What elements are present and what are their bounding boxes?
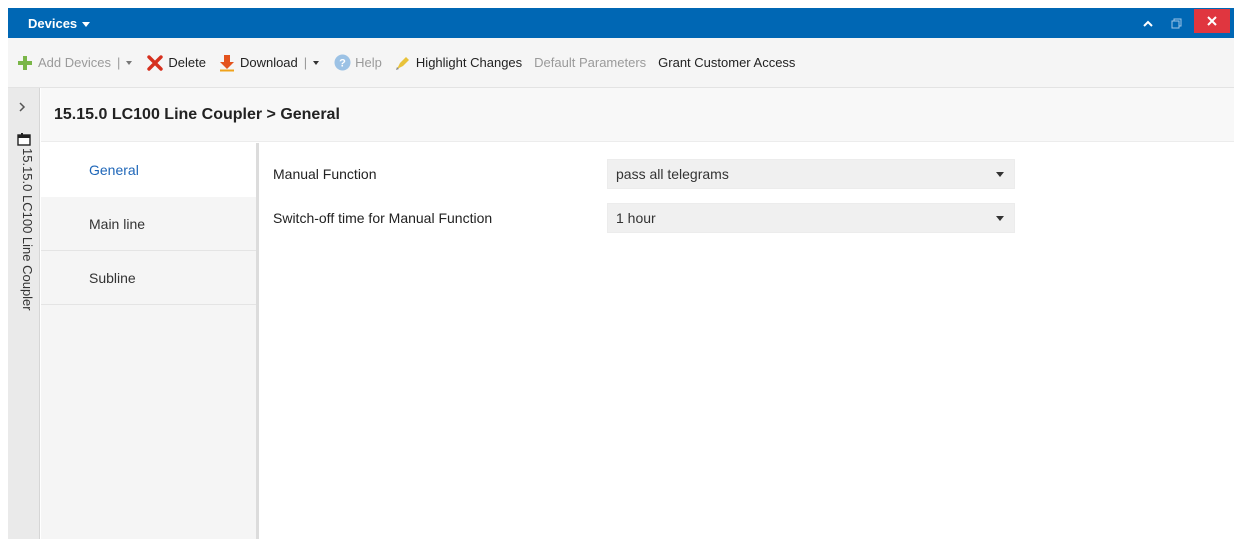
toolbar: Add Devices | Delete Download | ? Help H… <box>8 38 1234 88</box>
tab-general[interactable]: General <box>41 143 256 197</box>
window-title-bar: Devices <box>8 8 1234 38</box>
grant-customer-access-label: Grant Customer Access <box>658 55 796 70</box>
close-icon <box>1207 16 1217 26</box>
devices-menu[interactable]: Devices <box>28 15 91 31</box>
delete-label: Delete <box>168 55 206 70</box>
manual-function-value: pass all telegrams <box>616 166 729 182</box>
tab-main-line[interactable]: Main line <box>41 197 256 251</box>
help-button[interactable]: ? Help <box>333 54 382 72</box>
toolbar-separator: | <box>303 55 308 70</box>
window-controls <box>1134 8 1230 38</box>
add-devices-label: Add Devices <box>38 55 111 70</box>
manual-function-label: Manual Function <box>273 166 377 182</box>
tab-subline[interactable]: Subline <box>41 251 256 305</box>
svg-text:?: ? <box>339 58 346 70</box>
add-devices-button[interactable]: Add Devices | <box>16 54 134 72</box>
default-parameters-label: Default Parameters <box>534 55 647 70</box>
chevron-down-icon <box>996 171 1004 177</box>
grant-customer-access-button[interactable]: Grant Customer Access <box>658 55 795 70</box>
restore-icon <box>1171 18 1181 28</box>
chevron-right-icon <box>19 102 26 112</box>
download-dropdown-icon[interactable] <box>313 60 320 65</box>
download-label: Download <box>239 55 298 70</box>
manual-function-select[interactable]: pass all telegrams <box>607 159 1015 189</box>
plus-icon <box>16 54 34 72</box>
close-button[interactable] <box>1194 9 1230 33</box>
default-parameters-button[interactable]: Default Parameters <box>534 55 646 70</box>
collapsed-side-panel: 15.15.0 LC100 Line Coupler <box>8 88 40 539</box>
chevron-up-icon <box>1143 20 1153 27</box>
parameter-content: Manual Function pass all telegrams Switc… <box>262 143 1234 539</box>
x-icon <box>146 54 164 72</box>
window-title: Devices <box>28 15 78 31</box>
toolbar-separator: | <box>116 55 121 70</box>
download-button[interactable]: Download | <box>218 54 321 72</box>
side-panel-device-label[interactable]: 15.15.0 LC100 Line Coupler <box>20 148 35 311</box>
help-icon: ? <box>333 54 351 72</box>
param-row-switch-off-time: Switch-off time for Manual Function 1 ho… <box>273 203 1015 233</box>
collapse-button[interactable] <box>1134 8 1162 38</box>
delete-button[interactable]: Delete <box>146 54 206 72</box>
highlight-changes-button[interactable]: Highlight Changes <box>394 54 522 72</box>
highlight-changes-label: Highlight Changes <box>415 55 523 70</box>
marker-icon <box>394 54 412 72</box>
page-title: 15.15.0 LC100 Line Coupler > General <box>41 88 1234 142</box>
chevron-down-icon <box>996 215 1004 221</box>
expand-panel-button[interactable] <box>18 100 26 118</box>
restore-button[interactable] <box>1162 8 1190 38</box>
parameter-tabs: General Main line Subline <box>41 143 259 539</box>
switch-off-time-label: Switch-off time for Manual Function <box>273 210 493 226</box>
download-arrow-icon <box>218 54 236 72</box>
switch-off-time-value: 1 hour <box>616 210 656 226</box>
help-label: Help <box>355 55 382 70</box>
param-row-manual-function: Manual Function pass all telegrams <box>273 159 1015 189</box>
switch-off-time-select[interactable]: 1 hour <box>607 203 1015 233</box>
add-devices-dropdown-icon[interactable] <box>126 60 133 65</box>
chevron-down-icon <box>82 21 91 27</box>
